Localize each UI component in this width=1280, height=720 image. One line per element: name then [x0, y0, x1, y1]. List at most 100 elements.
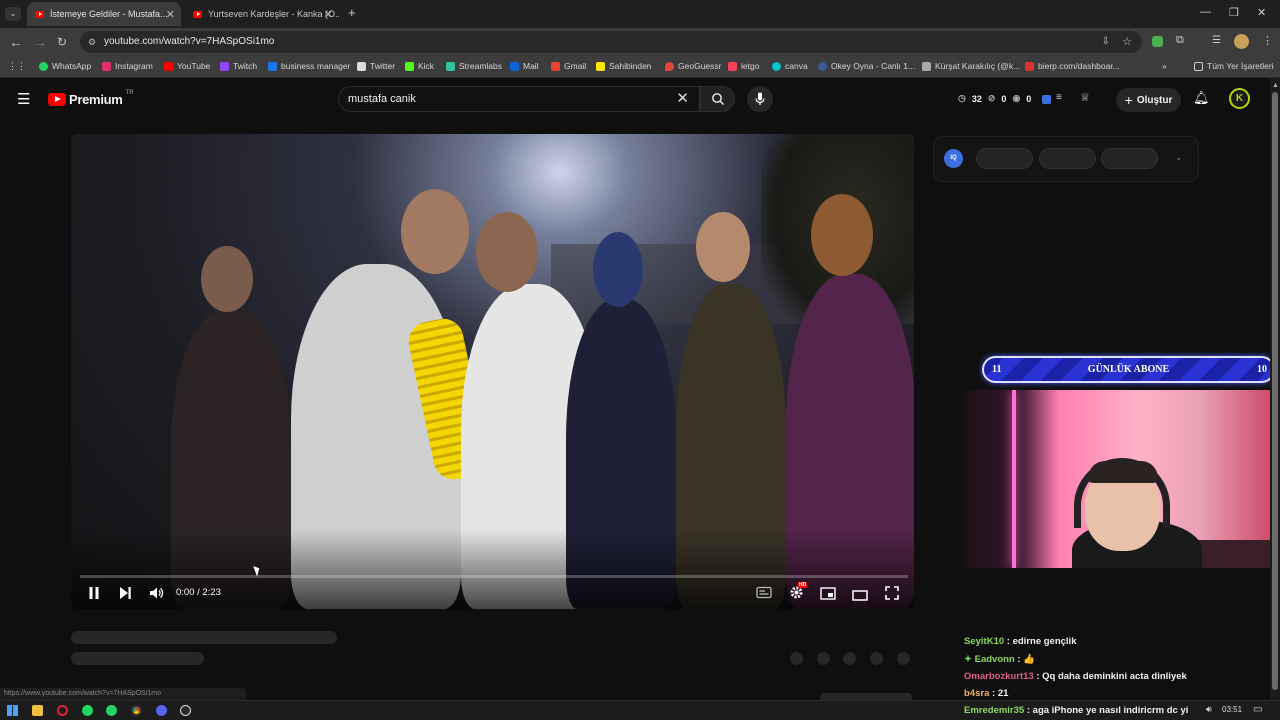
- create-button[interactable]: + Oluştur: [1116, 88, 1181, 112]
- tab-search-button[interactable]: ⌄: [5, 7, 21, 21]
- bookmark-youtube[interactable]: YouTube: [164, 61, 210, 71]
- extensions-icon[interactable]: ⧉: [1176, 34, 1184, 47]
- obs-icon[interactable]: [180, 705, 191, 716]
- voice-search-button[interactable]: [747, 86, 773, 112]
- bookmark-mail[interactable]: Mail: [510, 61, 539, 71]
- bookmark-streamlabs[interactable]: Streamlabs: [446, 61, 502, 71]
- chat-username: b4sra: [964, 688, 990, 699]
- webcam-led-strip: [1012, 390, 1016, 568]
- close-tab-icon[interactable]: ✕: [324, 8, 333, 21]
- tab-2[interactable]: Yurtseven Kardeşler - Kanka (O... ✕: [185, 2, 339, 26]
- skip-next-icon: [120, 587, 131, 599]
- windows-start-icon[interactable]: [7, 705, 18, 716]
- notifications-icon[interactable]: ▭: [1253, 704, 1262, 715]
- title-skeleton: [71, 631, 337, 644]
- bookmark-twitch[interactable]: Twitch: [220, 61, 257, 71]
- all-bookmarks-folder[interactable]: Tüm Yer İşaretleri: [1194, 61, 1274, 71]
- notifications-bell-icon[interactable]: 🔔︎: [1193, 90, 1210, 106]
- streamlabs-icon: [446, 61, 455, 71]
- instagram-icon: [102, 61, 111, 71]
- panel-pill-2[interactable]: [1039, 148, 1096, 169]
- chat-username: Omarbozkurt13: [964, 671, 1034, 682]
- bookmark-geoguessr[interactable]: GeoGuessr: [665, 61, 721, 71]
- chevron-down-icon[interactable]: ⌄: [1175, 152, 1183, 163]
- reload-icon[interactable]: ↻: [57, 34, 67, 50]
- menu-icon[interactable]: ⋮: [1262, 34, 1273, 47]
- file-explorer-icon[interactable]: [32, 705, 43, 716]
- miniplayer-button[interactable]: [820, 587, 836, 605]
- bookmark-kick[interactable]: Kick: [405, 61, 434, 71]
- search-icon: [712, 93, 724, 105]
- whatsapp-icon[interactable]: [106, 705, 117, 716]
- chrome-icon[interactable]: [131, 705, 142, 716]
- back-icon[interactable]: ←: [9, 34, 23, 50]
- bookmark-business-manager[interactable]: business manager: [268, 61, 350, 71]
- chat-text: edirne gençlik: [1012, 636, 1077, 647]
- new-tab-button[interactable]: +: [348, 5, 356, 20]
- close-window-icon[interactable]: ✕: [1257, 6, 1266, 19]
- sahibinden-icon: [596, 61, 605, 71]
- bookmark-star-icon[interactable]: ☆: [1122, 31, 1132, 53]
- panel-pill-3[interactable]: [1101, 148, 1158, 169]
- install-icon[interactable]: ⇩: [1102, 31, 1110, 53]
- page-scrollbar[interactable]: ▲: [1270, 78, 1280, 700]
- chat-message: Omarbozkurt13 : Qq daha deminkini acta d…: [964, 671, 1187, 682]
- shield-extension-icon[interactable]: [1152, 36, 1163, 47]
- bookmark-kursat[interactable]: Kürşat Karakılıç (@k...: [922, 61, 1020, 71]
- pause-button[interactable]: [88, 586, 100, 605]
- whatsapp-icon: [39, 61, 48, 71]
- bookmark-instagram[interactable]: Instagram: [102, 61, 153, 71]
- bookmark-whatsapp[interactable]: WhatsApp: [39, 61, 91, 71]
- restore-icon[interactable]: ❐: [1229, 6, 1239, 19]
- minimize-icon[interactable]: —: [1200, 6, 1211, 18]
- settings-button[interactable]: HD: [789, 582, 808, 605]
- youtube-favicon-icon: [35, 10, 44, 18]
- search-input[interactable]: mustafa canik ✕: [338, 86, 700, 112]
- more-bookmarks-icon[interactable]: »: [1162, 61, 1167, 71]
- scroll-up-icon[interactable]: ▲: [1272, 82, 1279, 89]
- list-icon[interactable]: ≡: [1056, 92, 1062, 103]
- x-icon: [357, 61, 366, 71]
- profile-avatar[interactable]: [1234, 34, 1249, 49]
- iq-logo[interactable]: IQ: [944, 149, 963, 168]
- bookmark-bierp[interactable]: bierp.com/dashboar...: [1025, 61, 1120, 71]
- tab-1[interactable]: İstemeye Geldiler - Mustafa... ✕: [27, 2, 181, 26]
- iq-extension-icon[interactable]: [1042, 95, 1051, 104]
- hd-badge: HD: [798, 582, 808, 588]
- search-button[interactable]: [700, 86, 735, 112]
- subtitles-button[interactable]: [756, 586, 772, 604]
- video-player[interactable]: [71, 134, 914, 609]
- bookmark-twitter[interactable]: Twitter: [357, 61, 395, 71]
- scroll-thumb[interactable]: [1272, 92, 1278, 690]
- site-info-icon[interactable]: ⚙: [88, 31, 96, 53]
- forward-icon[interactable]: →: [33, 34, 47, 50]
- progress-bar[interactable]: [80, 575, 908, 578]
- volume-button[interactable]: [149, 586, 164, 605]
- bookmark-letgo[interactable]: letgo: [728, 61, 759, 71]
- clear-search-icon[interactable]: ✕: [676, 87, 689, 111]
- opera-icon[interactable]: [57, 705, 68, 716]
- volume-tray-icon[interactable]: 🔊︎: [1206, 704, 1212, 715]
- bookmark-okey[interactable]: Okey Oyna - Canlı 1...: [818, 61, 915, 71]
- theater-mode-button[interactable]: [852, 588, 868, 606]
- spotify-icon[interactable]: [82, 705, 93, 716]
- account-avatar[interactable]: K: [1229, 88, 1250, 109]
- fullscreen-button[interactable]: [885, 586, 899, 605]
- bookmark-sahibinden[interactable]: Sahibinden: [596, 61, 652, 71]
- bookmark-canva[interactable]: canva: [772, 61, 808, 71]
- daily-subscribers-bar: 11 GÜNLÜK ABONE 10: [982, 356, 1275, 383]
- youtube-logo[interactable]: Premium TR: [48, 90, 134, 107]
- close-tab-icon[interactable]: ✕: [166, 8, 175, 21]
- chat-message: Emredemir35 : aga iPhone ye nasıl indiri…: [964, 705, 1189, 716]
- taskbar-clock[interactable]: 03:51: [1222, 705, 1242, 714]
- guide-menu-icon[interactable]: ☰: [17, 90, 30, 108]
- trophy-icon[interactable]: ♕: [1080, 91, 1090, 104]
- panel-pill-1[interactable]: [976, 148, 1033, 169]
- discord-icon[interactable]: [156, 705, 167, 716]
- page-info-icon[interactable]: ☰: [1212, 35, 1221, 46]
- apps-icon[interactable]: ⋮⋮: [8, 61, 26, 72]
- address-bar[interactable]: ⚙ youtube.com/watch?v=7HASpOSi1mo ⇩ ☆: [80, 31, 1142, 53]
- chat-username: Eadvonn: [974, 654, 1015, 665]
- next-button[interactable]: [119, 586, 132, 605]
- bookmark-gmail[interactable]: Gmail: [551, 61, 586, 71]
